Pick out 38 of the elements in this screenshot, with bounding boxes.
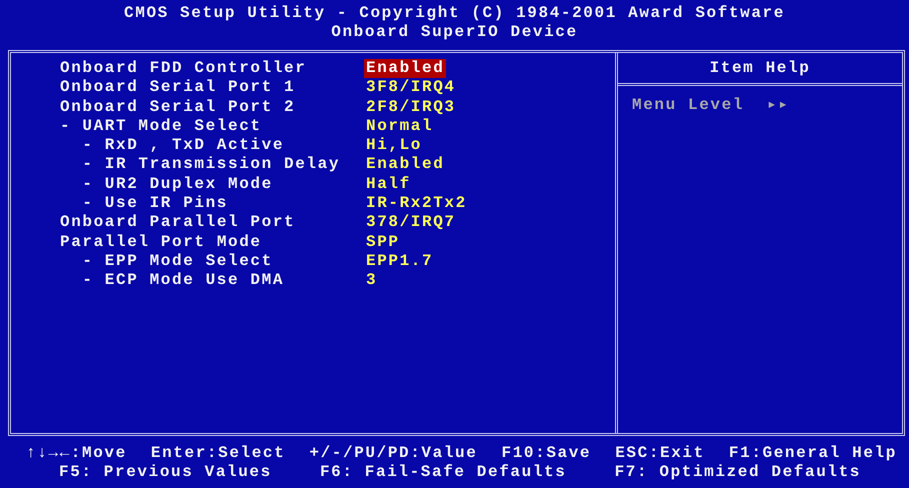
setting-value[interactable]: 3F8/IRQ4 [364,78,458,98]
key-hint: F7: Optimized Defaults [614,463,861,483]
key-hint: +/-/PU/PD:Value [309,444,478,464]
key-hint: F5: Previous Values [59,463,272,483]
setting-value[interactable]: Enabled [364,155,446,175]
setting-value[interactable]: SPP [364,232,402,252]
setting-label: Onboard Serial Port 1 [60,78,296,98]
page-subtitle: Onboard SuperIO Device [330,23,579,43]
key-hint: ↑↓→←:Move [26,444,127,464]
setting-label: - UART Mode Select [60,116,263,136]
key-hint: F10:Save [502,444,592,464]
setting-label: - UR2 Duplex Mode [81,174,274,194]
setting-value[interactable]: 3 [364,271,380,291]
setting-value[interactable]: Half [364,174,413,194]
key-hint: ESC:Exit [615,444,705,464]
setting-value[interactable]: 378/IRQ7 [364,213,458,233]
help-value: ▸▸ [767,96,790,116]
setting-label: - Use IR Pins [81,194,230,214]
setting-label: - IR Transmission Delay [81,155,342,175]
setting-label: Parallel Port Mode [60,232,263,252]
screen-title: CMOS Setup Utility - Copyright (C) 1984-2001 Award Software [123,4,786,24]
setting-value[interactable]: Enabled [364,59,446,78]
key-hint: F6: Fail-Safe Defaults [320,463,566,483]
setting-label: - RxD , TxD Active [81,136,286,156]
help-title: Item Help [618,53,902,86]
setting-label: Onboard Parallel Port [60,213,296,233]
setting-value[interactable]: EPP1.7 [364,252,436,272]
key-hint: Enter:Select [150,444,286,464]
help-label: Menu Level [632,96,746,116]
setting-label: Onboard FDD Controller [60,59,308,78]
setting-label: Onboard Serial Port 2 [60,98,296,117]
setting-value[interactable]: 2F8/IRQ3 [364,98,458,117]
setting-value[interactable]: Normal [364,116,436,136]
key-hint: F1:General Help [728,444,897,464]
setting-label: - ECP Mode Use DMA [81,271,286,291]
setting-label: - EPP Mode Select [81,252,274,272]
setting-value[interactable]: IR-Rx2Tx2 [364,194,469,214]
setting-value[interactable]: Hi,Lo [364,136,424,156]
